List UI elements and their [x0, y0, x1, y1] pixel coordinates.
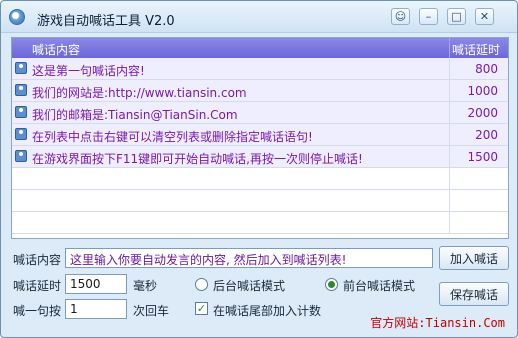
list-item-text: 在游戏界面按下F11键即可开始自动喊话,再按一次则停止喊话! [32, 152, 363, 166]
empty-list-row[interactable] [12, 168, 508, 190]
list-item[interactable]: 在列表中点击右键可以清空列表或删除指定喊话语句! 200 [12, 124, 508, 146]
column-header-message[interactable]: 喊话内容 [32, 41, 80, 58]
delay-input[interactable]: 1500 [65, 274, 127, 294]
list-item[interactable]: 在游戏界面按下F11键即可开始自动喊话,再按一次则停止喊话! 1500 [12, 146, 508, 168]
message-list[interactable]: 喊话内容 喊话延时 这是第一句喊话内容! 800 我们的网站是:http://www… [11, 37, 509, 239]
list-item-delay: 2000 [467, 106, 498, 120]
message-icon [15, 150, 27, 162]
app-icon [9, 9, 25, 25]
column-divider [449, 146, 450, 168]
maximize-button[interactable]: □ [447, 8, 466, 25]
app-window: 游戏自动喊话工具 V2.0 ☺ – □ ✕ 喊话内容 喊话延时 这是第一句喊话内… [0, 0, 518, 338]
list-item-delay: 1000 [467, 84, 498, 98]
background-mode-label[interactable]: 后台喊话模式 [213, 277, 285, 294]
chat-icon[interactable]: ☺ [391, 8, 410, 25]
column-divider [449, 80, 450, 102]
list-item-text: 这是第一句喊话内容! [32, 64, 145, 78]
foreground-mode-radio[interactable] [325, 278, 338, 291]
list-item-text: 我们的网站是:http://www.tiansin.com [32, 86, 247, 100]
minimize-button[interactable]: – [419, 8, 438, 25]
list-item-text: 在列表中点击右键可以清空列表或删除指定喊话语句! [32, 130, 313, 144]
list-header: 喊话内容 喊话延时 [12, 38, 508, 58]
list-item[interactable]: 我们的网站是:http://www.tiansin.com 1000 [12, 80, 508, 102]
column-divider [449, 190, 450, 212]
list-item-text: 我们的邮箱是:Tiansin@TianSin.Com [32, 108, 238, 122]
save-messages-button[interactable]: 保存喊话 [439, 282, 509, 306]
empty-list-row[interactable] [12, 212, 508, 234]
list-item-delay: 800 [475, 62, 498, 76]
background-mode-radio[interactable] [195, 278, 208, 291]
column-divider [449, 102, 450, 124]
column-divider [449, 58, 450, 80]
message-icon [15, 106, 27, 118]
empty-list-row[interactable] [12, 190, 508, 212]
press-unit: 次回车 [133, 304, 170, 318]
message-label: 喊话内容 [13, 253, 62, 267]
foreground-mode-label[interactable]: 前台喊话模式 [343, 277, 415, 294]
message-input[interactable]: 这里输入你要自动发言的内容, 然后加入到喊话列表! [65, 248, 433, 268]
close-button[interactable]: ✕ [475, 8, 494, 25]
column-divider [449, 212, 450, 234]
window-title: 游戏自动喊话工具 V2.0 [37, 14, 175, 29]
list-item[interactable]: 我们的邮箱是:Tiansin@TianSin.Com 2000 [12, 102, 508, 124]
press-label: 喊一句按 [13, 304, 62, 318]
column-header-delay[interactable]: 喊话延时 [452, 41, 500, 58]
press-count-input[interactable]: 1 [65, 299, 127, 319]
column-divider [449, 124, 450, 146]
append-count-checkbox[interactable]: ✓ [195, 302, 208, 315]
message-icon [15, 128, 27, 140]
add-message-button[interactable]: 加入喊话 [439, 246, 509, 270]
column-divider [449, 168, 450, 190]
title-bar[interactable]: 游戏自动喊话工具 V2.0 ☺ – □ ✕ [1, 1, 517, 33]
column-divider [449, 38, 450, 58]
message-icon [15, 84, 27, 96]
list-item-delay: 1500 [467, 150, 498, 164]
list-item[interactable]: 这是第一句喊话内容! 800 [12, 58, 508, 80]
append-count-label[interactable]: 在喊话尾部加入计数 [213, 302, 321, 319]
delay-label: 喊话延时 [13, 279, 62, 293]
message-icon [15, 62, 27, 74]
delay-unit: 毫秒 [133, 279, 158, 293]
list-item-delay: 200 [475, 128, 498, 142]
website-link[interactable]: 官方网站:Tiansin.Com [370, 314, 505, 331]
